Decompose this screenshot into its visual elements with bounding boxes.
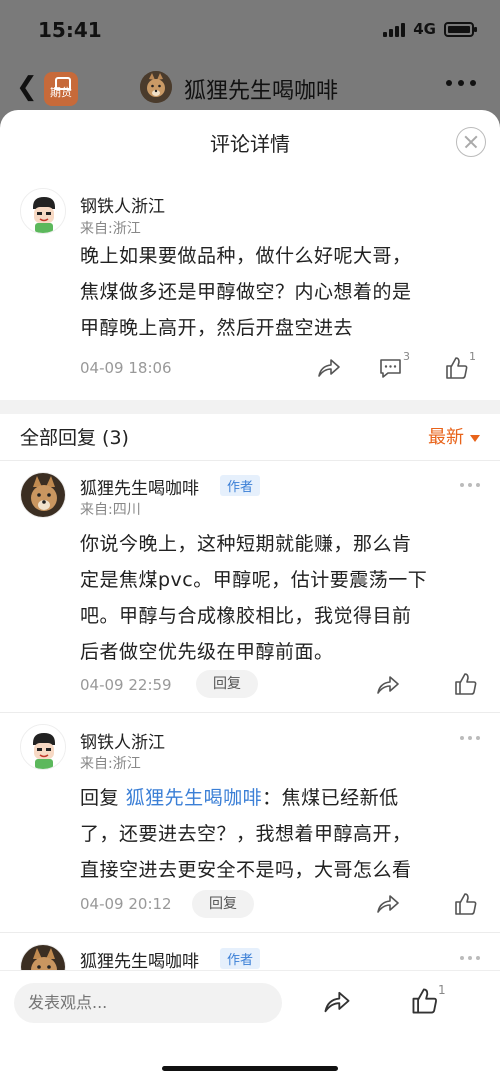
cartoon-man-avatar-icon: [21, 189, 65, 233]
back-arrow-icon[interactable]: ❮: [16, 72, 38, 102]
like-icon[interactable]: [453, 671, 479, 697]
reply-author[interactable]: 钢铁人浙江: [80, 728, 165, 753]
fox-dog-avatar-icon: [21, 473, 65, 517]
avatar[interactable]: [20, 472, 66, 518]
content-line: 后者做空优先级在甲醇前面。: [80, 641, 334, 663]
divider: [0, 712, 500, 713]
close-icon[interactable]: [456, 127, 486, 157]
reply-prefix: 回复: [80, 787, 120, 809]
comment-count: 3: [403, 350, 410, 363]
reply-time: 04-09 22:59: [80, 676, 172, 694]
author-avatar[interactable]: [140, 71, 172, 103]
comment-input[interactable]: [14, 983, 282, 1023]
status-time: 15:41: [38, 18, 102, 42]
reply-content: 回复 狐狸先生喝咖啡：焦煤已经新低 了，还要进去空？，我想着甲醇高开， 直接空进…: [80, 780, 412, 888]
triangle-down-icon: [470, 434, 480, 442]
share-icon[interactable]: [375, 673, 401, 697]
fox-dog-avatar-icon: [140, 71, 172, 103]
mention-link[interactable]: 狐狸先生喝咖啡: [126, 787, 263, 809]
like-icon[interactable]: [444, 355, 470, 381]
comment-location: 来自:浙江: [80, 221, 141, 237]
comment-content: 晚上如果要做品种，做什么好呢大哥， 焦煤做多还是甲醇做空？内心想着的是 甲醇晚上…: [80, 238, 412, 346]
sort-dropdown[interactable]: 最新: [428, 423, 480, 449]
like-icon[interactable]: [453, 891, 479, 917]
app-logo-label: 期货: [50, 86, 72, 99]
sort-label: 最新: [428, 427, 464, 448]
comment-time: 04-09 18:06: [80, 359, 172, 377]
header-title: 狐狸先生喝咖啡: [184, 79, 339, 104]
reply-button[interactable]: 回复: [192, 890, 254, 918]
reply-button[interactable]: 回复: [196, 670, 258, 698]
cartoon-man-avatar-icon: [21, 725, 65, 769]
share-icon[interactable]: [375, 892, 401, 916]
content-line: 了，还要进去空？，我想着甲醇高开，: [80, 823, 412, 845]
bottom-bar: 1: [0, 970, 500, 1083]
section-gap: [0, 400, 500, 414]
like-count: 1: [469, 350, 476, 363]
home-indicator: [162, 1066, 338, 1071]
more-options-icon[interactable]: [460, 483, 480, 487]
divider: [0, 460, 500, 461]
reply-time: 04-09 20:12: [80, 895, 172, 913]
app-header: ❮ 期货 狐狸先生喝咖啡: [0, 58, 500, 116]
sheet-title: 评论详情: [210, 132, 290, 156]
comment-icon[interactable]: [378, 356, 404, 380]
comment-author[interactable]: 钢铁人浙江: [80, 192, 165, 217]
status-bar: 15:41 4G: [0, 0, 500, 58]
content-line: 甲醇晚上高开，然后开盘空进去: [80, 317, 354, 339]
share-icon[interactable]: [322, 988, 352, 1016]
content-line: 你说今晚上，这种短期就能赚，那么肯: [80, 533, 412, 555]
divider: [0, 932, 500, 933]
author-badge: 作者: [220, 948, 261, 969]
battery-icon: [444, 21, 477, 37]
content-line: 直接空进去更安全不是吗，大哥怎么看: [80, 859, 412, 881]
content-line: 晚上如果要做品种，做什么好呢大哥，: [80, 245, 412, 267]
share-icon[interactable]: [316, 356, 342, 380]
reply-content: 你说今晚上，这种短期就能赚，那么肯 定是焦煤pvc。甲醇呢，估计要震荡一下 吧。…: [80, 526, 427, 670]
signal-icon: [383, 21, 406, 37]
content-line: 焦煤做多还是甲醇做空？内心想着的是: [80, 281, 412, 303]
more-options-icon[interactable]: [460, 956, 480, 960]
comment-detail-sheet: 评论详情 钢铁人浙江 来自:浙江 晚上如果要做品种，做什么好呢大哥， 焦煤做多还…: [0, 110, 500, 1083]
app-logo[interactable]: 期货: [44, 72, 78, 106]
reply-location: 来自:浙江: [80, 756, 141, 772]
avatar[interactable]: [20, 188, 66, 234]
more-icon[interactable]: [446, 80, 476, 86]
content-line: 回复 狐狸先生喝咖啡：焦煤已经新低: [80, 780, 412, 816]
reply-author[interactable]: 狐狸先生喝咖啡: [80, 947, 199, 972]
like-icon[interactable]: [410, 986, 440, 1016]
author-badge: 作者: [220, 475, 261, 496]
network-label: 4G: [413, 20, 436, 38]
content-line: 吧。甲醇与合成橡胶相比，我觉得目前: [80, 605, 412, 627]
reply-location: 来自:四川: [80, 502, 141, 518]
avatar[interactable]: [20, 724, 66, 770]
content-line: 定是焦煤pvc。甲醇呢，估计要震荡一下: [80, 569, 428, 591]
replies-title: 全部回复 (3): [20, 427, 129, 449]
content-rest: ：焦煤已经新低: [262, 787, 399, 809]
reply-author[interactable]: 狐狸先生喝咖啡: [80, 474, 199, 499]
more-options-icon[interactable]: [460, 736, 480, 740]
like-count: 1: [438, 983, 446, 997]
status-icons: 4G: [383, 20, 477, 38]
